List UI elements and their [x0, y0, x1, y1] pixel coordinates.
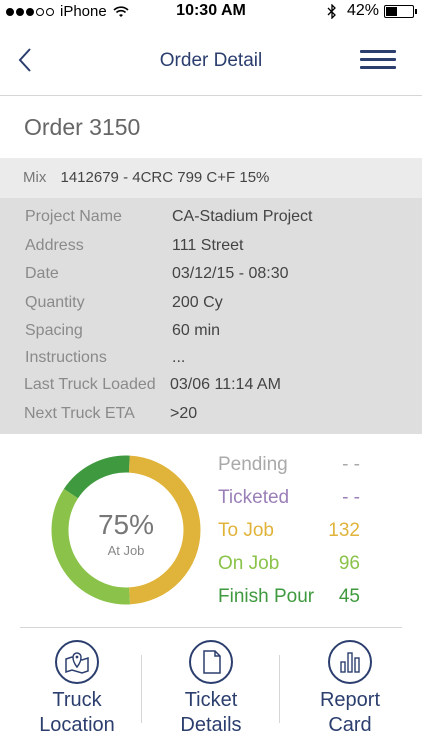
battery-percent: 42%: [346, 2, 379, 19]
mix-row: Mix 1412679 - 4CRC 799 C+F 15%: [0, 158, 422, 198]
legend-label: On Job: [218, 553, 280, 574]
battery-fill: [386, 6, 397, 16]
legend-label: Ticketed: [218, 487, 290, 508]
detail-value: 03/12/15 - 08:30: [172, 265, 289, 282]
ticket-details-button[interactable]: Ticket Details: [151, 640, 271, 738]
truck-location-button[interactable]: Truck Location: [17, 640, 137, 738]
tab-label: Ticket: [184, 689, 238, 711]
tab-divider: [279, 655, 280, 723]
detail-label: Spacing: [25, 322, 83, 339]
mix-value: 1412679 - 4CRC 799 C+F 15%: [60, 169, 270, 186]
detail-value: 200 Cy: [172, 294, 223, 311]
legend-label: To Job: [218, 520, 274, 541]
detail-value: 60 min: [172, 322, 221, 339]
nav-bar: Order Detail: [0, 24, 422, 96]
detail-label: Project Name: [25, 208, 122, 225]
progress-donut-chart: 75% At Job: [51, 455, 201, 605]
legend-label: Finish Pour: [218, 586, 315, 607]
detail-label: Instructions: [25, 349, 107, 366]
legend-label: Pending: [218, 454, 288, 475]
report-card-button[interactable]: Report Card: [290, 640, 410, 738]
tab-divider: [141, 655, 142, 723]
legend-value: 45: [338, 586, 360, 607]
tab-label: Location: [39, 714, 115, 736]
status-right: 42%: [327, 2, 417, 20]
tab-label: Truck: [52, 689, 102, 711]
donut-caption: At Job: [108, 543, 145, 558]
map-pin-icon: [55, 640, 99, 684]
legend-value: 96: [338, 553, 360, 574]
detail-label: Date: [25, 265, 59, 282]
divider: [20, 627, 402, 628]
tab-label: Card: [328, 714, 372, 736]
status-bar: iPhone 10:30 AM 42%: [0, 0, 422, 24]
legend-value: 132: [328, 520, 360, 541]
donut-segment-finish-pour: [63, 455, 130, 499]
detail-value: 111 Street: [172, 237, 244, 254]
bluetooth-icon: [327, 3, 336, 19]
detail-value: >20: [170, 405, 198, 422]
legend-value: - -: [342, 454, 360, 475]
detail-label: Quantity: [25, 294, 85, 311]
document-icon: [189, 640, 233, 684]
mix-label: Mix: [23, 169, 47, 186]
bar-chart-icon: [328, 640, 372, 684]
order-title: Order 3150: [24, 114, 141, 140]
battery-icon: [384, 4, 417, 18]
detail-value: 03/06 11:14 AM: [170, 376, 281, 393]
detail-value: ...: [172, 349, 186, 366]
detail-label: Last Truck Loaded: [24, 376, 156, 393]
order-details: Project Name CA-Stadium Project Address …: [0, 198, 422, 434]
hamburger-menu-icon[interactable]: [360, 50, 396, 70]
legend-value: - -: [342, 487, 360, 508]
tab-label: Report: [319, 689, 381, 711]
page-title: Order Detail: [159, 50, 263, 71]
donut-percent: 75%: [98, 509, 154, 540]
detail-value: CA-Stadium Project: [172, 208, 313, 225]
detail-label: Next Truck ETA: [24, 405, 135, 422]
detail-label: Address: [25, 237, 84, 254]
tab-label: Details: [180, 714, 242, 736]
